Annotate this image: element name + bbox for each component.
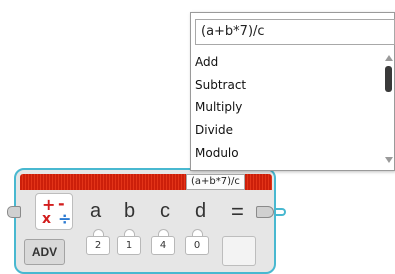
input-value-b[interactable]: 1 bbox=[117, 236, 141, 255]
menu-item-modulo[interactable]: Modulo bbox=[195, 143, 239, 163]
sequence-in-connector[interactable] bbox=[7, 206, 21, 218]
scroll-thumb[interactable] bbox=[385, 66, 392, 92]
menu-scrollbar[interactable] bbox=[384, 51, 394, 169]
input-label-b: b bbox=[124, 200, 136, 222]
input-value-d[interactable]: 0 bbox=[185, 236, 209, 255]
menu-item-divide[interactable]: Divide bbox=[195, 120, 233, 140]
equals-sign: = bbox=[231, 199, 244, 224]
header-expression-label[interactable]: (a+b*7)/c bbox=[186, 174, 245, 190]
input-label-d: d bbox=[195, 200, 207, 222]
input-value-a[interactable]: 2 bbox=[86, 236, 110, 255]
menu-item-multiply[interactable]: Multiply bbox=[195, 97, 242, 117]
expression-input[interactable]: (a+b*7)/c bbox=[195, 19, 395, 45]
input-value-c[interactable]: 4 bbox=[151, 236, 175, 255]
result-output-field[interactable] bbox=[222, 236, 256, 266]
menu-item-subtract[interactable]: Subtract bbox=[195, 75, 246, 95]
result-output-plug[interactable] bbox=[256, 206, 274, 218]
scroll-down-icon[interactable] bbox=[385, 157, 393, 163]
operation-menu: Add Subtract Multiply Divide Modulo bbox=[191, 51, 383, 170]
input-label-c: c bbox=[160, 200, 170, 222]
menu-item-add[interactable]: Add bbox=[195, 52, 218, 72]
math-operators-icon[interactable]: + - x ÷ bbox=[35, 193, 73, 230]
input-label-a: a bbox=[90, 200, 102, 222]
adv-button[interactable]: ADV bbox=[24, 239, 65, 265]
output-wire[interactable] bbox=[274, 208, 286, 216]
scroll-up-icon[interactable] bbox=[385, 55, 393, 61]
